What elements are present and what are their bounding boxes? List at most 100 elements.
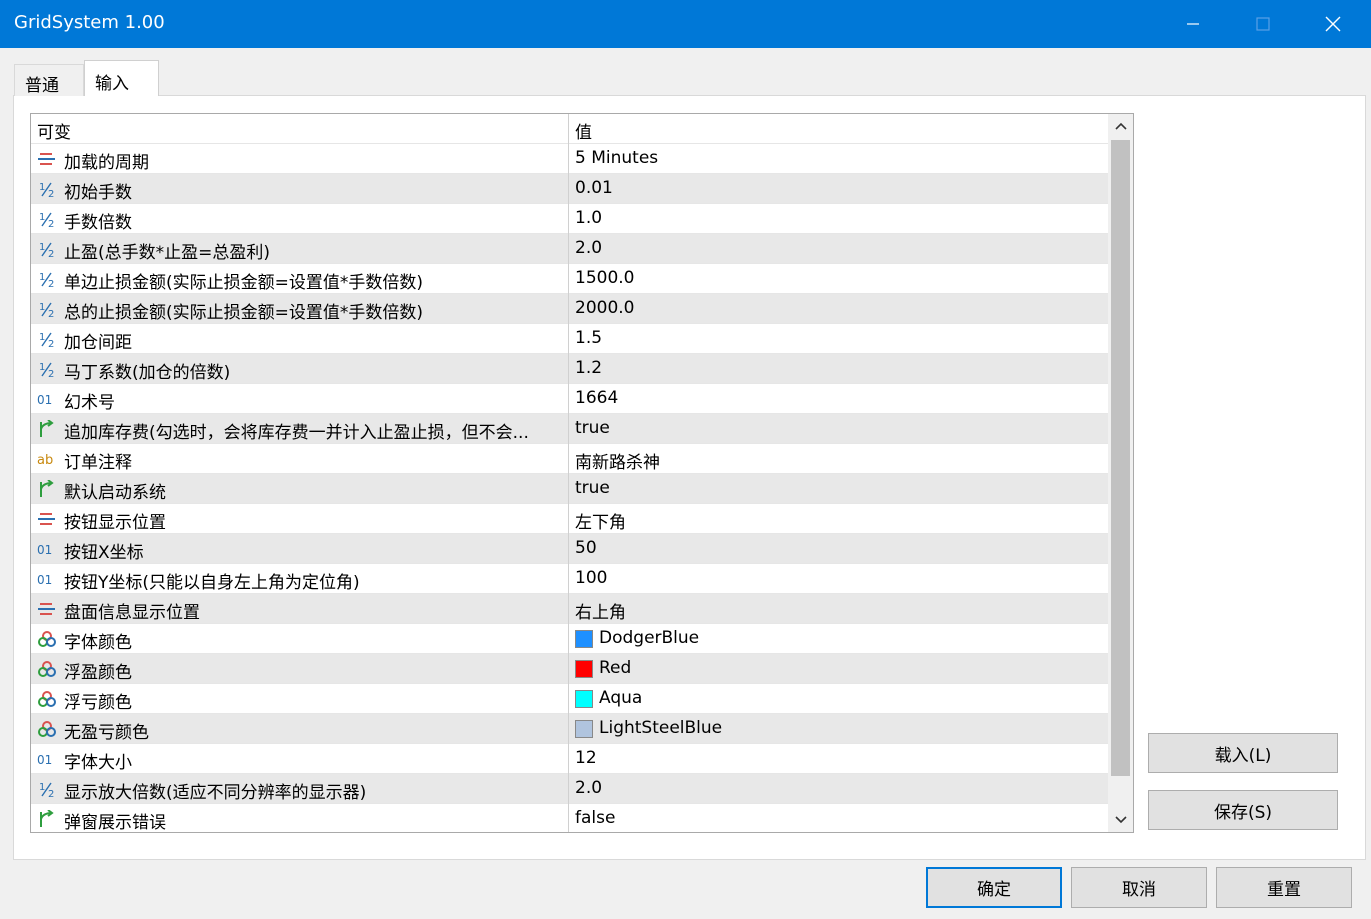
table-row[interactable]: 1 2 总的止损金额(实际止损金额=设置值*手数倍数) 2000.0 — [31, 294, 1108, 324]
table-row[interactable]: 加载的周期 5 Minutes — [31, 144, 1108, 174]
reset-button[interactable]: 重置 — [1216, 867, 1352, 908]
input-value-cell[interactable]: 南新路杀神 — [569, 444, 1108, 474]
input-name-cell[interactable]: 1 2 手数倍数 — [31, 204, 569, 234]
table-row[interactable]: 弹窗展示错误 false — [31, 804, 1108, 832]
color-swatch[interactable] — [575, 630, 593, 648]
vertical-scrollbar[interactable] — [1108, 114, 1133, 832]
input-name-cell[interactable]: ab 订单注释 — [31, 444, 569, 474]
table-row[interactable]: 01 字体大小 12 — [31, 744, 1108, 774]
input-name-cell[interactable]: 按钮显示位置 — [31, 504, 569, 534]
input-value: 50 — [575, 538, 597, 558]
color-swatch[interactable] — [575, 720, 593, 738]
table-row[interactable]: 1 2 显示放大倍数(适应不同分辨率的显示器) 2.0 — [31, 774, 1108, 804]
input-value-cell[interactable]: 50 — [569, 534, 1108, 564]
input-value-cell[interactable]: 1.2 — [569, 354, 1108, 384]
input-name-cell[interactable]: 弹窗展示错误 — [31, 804, 569, 832]
input-value-cell[interactable]: 2.0 — [569, 234, 1108, 264]
input-value-cell[interactable]: true — [569, 474, 1108, 504]
input-name-cell[interactable]: 1 2 总的止损金额(实际止损金额=设置值*手数倍数) — [31, 294, 569, 324]
input-value-cell[interactable]: 右上角 — [569, 594, 1108, 624]
table-row[interactable]: 盘面信息显示位置 右上角 — [31, 594, 1108, 624]
table-row[interactable]: 按钮显示位置 左下角 — [31, 504, 1108, 534]
input-value-cell[interactable]: 2.0 — [569, 774, 1108, 804]
input-value-cell[interactable]: 12 — [569, 744, 1108, 774]
input-value-cell[interactable]: 0.01 — [569, 174, 1108, 204]
minimize-button[interactable] — [1158, 0, 1228, 48]
scroll-up-button[interactable] — [1108, 114, 1133, 138]
color-swatch[interactable] — [575, 660, 593, 678]
input-name-cell[interactable]: 01 字体大小 — [31, 744, 569, 774]
integer-icon: 01 — [37, 540, 57, 558]
tab-inputs[interactable]: 输入 — [84, 60, 159, 96]
table-row[interactable]: 1 2 单边止损金额(实际止损金额=设置值*手数倍数) 1500.0 — [31, 264, 1108, 294]
table-row[interactable]: 1 2 马丁系数(加仓的倍数) 1.2 — [31, 354, 1108, 384]
close-button[interactable] — [1298, 0, 1368, 48]
input-value-cell[interactable]: 1.5 — [569, 324, 1108, 354]
input-name-cell[interactable]: 1 2 显示放大倍数(适应不同分辨率的显示器) — [31, 774, 569, 804]
input-name-cell[interactable]: 1 2 加仓间距 — [31, 324, 569, 354]
table-row[interactable]: 01 按钮X坐标 50 — [31, 534, 1108, 564]
color-swatch[interactable] — [575, 690, 593, 708]
scroll-thumb[interactable] — [1111, 140, 1130, 776]
input-name-cell[interactable]: 1 2 单边止损金额(实际止损金额=设置值*手数倍数) — [31, 264, 569, 294]
scroll-down-button[interactable] — [1108, 808, 1133, 832]
input-name: 加仓间距 — [64, 333, 132, 353]
input-value-cell[interactable]: 1500.0 — [569, 264, 1108, 294]
table-row[interactable]: 追加库存费(勾选时，会将库存费一并计入止盈止损，但不会... true — [31, 414, 1108, 444]
input-name-cell[interactable]: 默认启动系统 — [31, 474, 569, 504]
input-value-cell[interactable]: 左下角 — [569, 504, 1108, 534]
input-name-cell[interactable]: 无盈亏颜色 — [31, 714, 569, 744]
input-value-cell[interactable]: 2000.0 — [569, 294, 1108, 324]
input-value-cell[interactable]: LightSteelBlue — [569, 714, 1108, 744]
input-name-cell[interactable]: 1 2 止盈(总手数*止盈=总盈利) — [31, 234, 569, 264]
input-value-cell[interactable]: false — [569, 804, 1108, 832]
column-header-value[interactable]: 值 — [569, 114, 1108, 144]
table-row[interactable]: 1 2 初始手数 0.01 — [31, 174, 1108, 204]
table-row[interactable]: 01 按钮Y坐标(只能以自身左上角为定位角) 100 — [31, 564, 1108, 594]
table-row[interactable]: 字体颜色 DodgerBlue — [31, 624, 1108, 654]
input-value-cell[interactable]: true — [569, 414, 1108, 444]
column-header-name[interactable]: 可变 — [31, 114, 569, 144]
save-button[interactable]: 保存(S) — [1148, 790, 1338, 830]
input-name-cell[interactable]: 1 2 马丁系数(加仓的倍数) — [31, 354, 569, 384]
table-row[interactable]: 1 2 加仓间距 1.5 — [31, 324, 1108, 354]
input-name: 马丁系数(加仓的倍数) — [64, 363, 231, 383]
table-row[interactable]: ab 订单注释 南新路杀神 — [31, 444, 1108, 474]
input-name-cell[interactable]: 01 幻术号 — [31, 384, 569, 414]
input-value-cell[interactable]: 1.0 — [569, 204, 1108, 234]
input-name-cell[interactable]: 浮亏颜色 — [31, 684, 569, 714]
input-name-cell[interactable]: 盘面信息显示位置 — [31, 594, 569, 624]
table-row[interactable]: 01 幻术号 1664 — [31, 384, 1108, 414]
input-value-cell[interactable]: 1664 — [569, 384, 1108, 414]
input-value-cell[interactable]: 5 Minutes — [569, 144, 1108, 174]
input-name-cell[interactable]: 字体颜色 — [31, 624, 569, 654]
maximize-button[interactable] — [1228, 0, 1298, 48]
input-value-cell[interactable]: Red — [569, 654, 1108, 684]
table-row[interactable]: 浮盈颜色 Red — [31, 654, 1108, 684]
table-row[interactable]: 无盈亏颜色 LightSteelBlue — [31, 714, 1108, 744]
load-button[interactable]: 载入(L) — [1148, 733, 1338, 773]
window-title: GridSystem 1.00 — [14, 12, 165, 33]
ok-button[interactable]: 确定 — [926, 867, 1062, 908]
table-row[interactable]: 1 2 手数倍数 1.0 — [31, 204, 1108, 234]
tab-general[interactable]: 普通 — [14, 64, 84, 96]
input-value-cell[interactable]: DodgerBlue — [569, 624, 1108, 654]
input-name-cell[interactable]: 追加库存费(勾选时，会将库存费一并计入止盈止损，但不会... — [31, 414, 569, 444]
input-name-cell[interactable]: 浮盈颜色 — [31, 654, 569, 684]
table-row[interactable]: 默认启动系统 true — [31, 474, 1108, 504]
input-name-cell[interactable]: 1 2 初始手数 — [31, 174, 569, 204]
table-row[interactable]: 浮亏颜色 Aqua — [31, 684, 1108, 714]
input-value-cell[interactable]: 100 — [569, 564, 1108, 594]
cancel-button[interactable]: 取消 — [1071, 867, 1207, 908]
input-name-cell[interactable]: 01 按钮Y坐标(只能以自身左上角为定位角) — [31, 564, 569, 594]
input-value: false — [575, 808, 616, 828]
input-name-cell[interactable]: 加载的周期 — [31, 144, 569, 174]
input-value: 100 — [575, 568, 608, 588]
input-value-cell[interactable]: Aqua — [569, 684, 1108, 714]
bool-icon — [37, 810, 57, 828]
input-name-cell[interactable]: 01 按钮X坐标 — [31, 534, 569, 564]
table-row[interactable]: 1 2 止盈(总手数*止盈=总盈利) 2.0 — [31, 234, 1108, 264]
input-value: 5 Minutes — [575, 148, 659, 168]
svg-text:2: 2 — [48, 369, 54, 378]
svg-text:01: 01 — [37, 393, 52, 407]
